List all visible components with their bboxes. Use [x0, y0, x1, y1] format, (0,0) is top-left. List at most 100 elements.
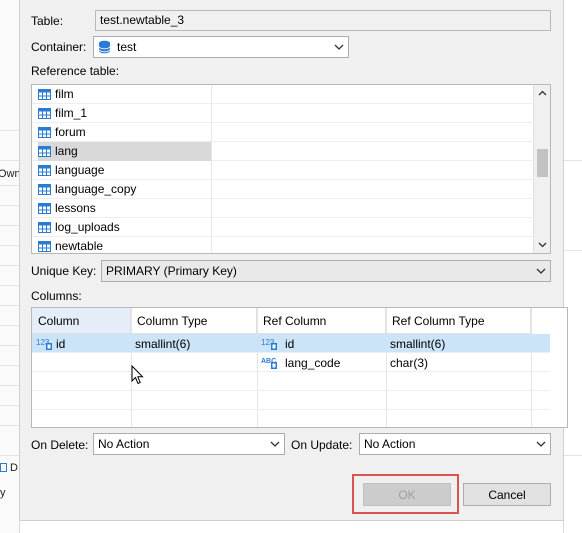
table-cell-column[interactable]: [32, 353, 36, 372]
table-cell-column-type[interactable]: smallint(6): [131, 334, 190, 353]
reference-list-scrollbar[interactable]: [533, 85, 550, 253]
table-cell-column[interactable]: 123 id: [32, 334, 65, 353]
column-header-ref-column[interactable]: Ref Column: [257, 308, 386, 334]
table-cell-ref-column-type[interactable]: char(3): [386, 353, 428, 372]
table-row[interactable]: [32, 372, 550, 391]
scroll-down-icon[interactable]: [534, 236, 550, 252]
reference-table-list[interactable]: film film_1forum lang language language_copy…: [31, 84, 551, 254]
reference-table-name: lang: [55, 144, 78, 158]
background-text: Own: [0, 168, 21, 180]
column-header-ref-column-type[interactable]: Ref Column Type: [386, 308, 531, 334]
column-header-column[interactable]: Column: [32, 308, 131, 334]
table-cell-text: char(3): [390, 355, 429, 370]
numeric-icon: 123: [261, 338, 277, 350]
background-text: y: [0, 487, 6, 499]
background-row: [0, 385, 20, 386]
table-icon: [38, 202, 51, 214]
reference-table-name: language: [55, 163, 105, 177]
unique-key-value: PRIMARY (Primary Key): [106, 264, 237, 278]
table-row[interactable]: 123 id smallint(6) 123 id smallint(6): [32, 334, 550, 353]
table-row[interactable]: ABC lang_code char(3): [32, 353, 550, 372]
container-value: test: [117, 40, 137, 54]
numeric-icon: 123: [36, 338, 52, 350]
unique-key-select[interactable]: PRIMARY (Primary Key): [101, 260, 551, 282]
table-cell-text: id: [285, 336, 295, 351]
reference-table-item[interactable]: film: [32, 85, 535, 104]
chevron-down-icon: [536, 441, 546, 447]
columns-label: Columns:: [31, 289, 82, 303]
background-row: [0, 130, 20, 131]
background-row: [564, 160, 582, 161]
reference-table-cell: language_copy: [38, 179, 212, 199]
reference-table-name: forum: [55, 125, 86, 139]
background-row: [0, 285, 20, 286]
table-icon: [38, 88, 51, 100]
background-row: [0, 205, 20, 206]
reference-table-name: film: [55, 87, 74, 101]
reference-table-item[interactable]: film_1: [32, 103, 535, 123]
reference-table-cell: forum: [38, 122, 212, 142]
background-app-panel: Own D y: [0, 0, 21, 533]
reference-table-item[interactable]: language: [32, 160, 535, 180]
reference-table-item[interactable]: language_copy: [32, 179, 535, 199]
chevron-down-icon: [270, 441, 280, 447]
table-icon: [38, 221, 51, 233]
columns-table[interactable]: Column Column Type Ref Column Ref Column…: [31, 307, 568, 428]
scroll-up-icon[interactable]: [534, 85, 550, 101]
background-right-panel: [563, 0, 582, 533]
on-update-value: No Action: [364, 437, 416, 451]
background-row: [0, 365, 20, 366]
reference-table-cell: lang: [38, 141, 212, 161]
table-cell-ref-column[interactable]: ABC lang_code: [257, 353, 340, 372]
table-cell-ref-column-type[interactable]: smallint(6): [386, 334, 445, 353]
reference-table-item[interactable]: lang: [32, 141, 535, 161]
column-header-column-type[interactable]: Column Type: [131, 308, 257, 334]
table-icon: [38, 240, 51, 252]
background-row: [0, 185, 20, 186]
table-row[interactable]: [32, 410, 550, 427]
table-cell-text: smallint(6): [135, 336, 191, 351]
reference-table-name: lessons: [55, 201, 96, 215]
reference-table-cell: film_1: [38, 103, 212, 123]
table-icon: [38, 145, 51, 157]
table-icon: [38, 164, 51, 176]
reference-table-item[interactable]: forum: [32, 122, 535, 142]
text-icon: ABC: [261, 358, 277, 369]
chevron-down-icon: [536, 268, 546, 274]
on-delete-value: No Action: [98, 437, 150, 451]
background-row: [0, 225, 20, 226]
background-row: [0, 160, 20, 161]
container-label: Container:: [31, 40, 87, 54]
table-cell-ref-column[interactable]: 123 id: [257, 334, 294, 353]
container-select[interactable]: test: [93, 36, 349, 58]
background-row: [0, 455, 20, 456]
reference-table-cell: film: [38, 85, 212, 104]
table-row[interactable]: [32, 391, 550, 410]
table-name-field: test.newtable_3: [95, 10, 551, 31]
reference-table-item[interactable]: newtable: [32, 236, 535, 253]
on-delete-select[interactable]: No Action: [93, 433, 285, 455]
cancel-button[interactable]: Cancel: [463, 483, 551, 506]
reference-table-name: film_1: [55, 106, 88, 120]
background-row: [0, 245, 20, 246]
on-delete-label: On Delete:: [31, 438, 89, 452]
reference-table-cell: log_uploads: [38, 217, 212, 237]
background-row: [0, 405, 20, 406]
reference-table-item[interactable]: log_uploads: [32, 217, 535, 237]
table-label: Table:: [31, 14, 64, 28]
reference-table-name: language_copy: [55, 182, 137, 196]
reference-table-name: log_uploads: [55, 220, 120, 234]
background-row: [0, 325, 20, 326]
reference-table-item[interactable]: lessons: [32, 198, 535, 218]
on-update-select[interactable]: No Action: [359, 433, 551, 455]
background-row: [0, 345, 20, 346]
reference-table-cell: language: [38, 160, 212, 180]
database-icon: [98, 40, 111, 54]
on-update-label: On Update:: [291, 438, 353, 452]
reference-table-cell: lessons: [38, 198, 212, 218]
table-cell-text: lang_code: [285, 355, 341, 370]
background-row: [0, 265, 20, 266]
scrollbar-thumb[interactable]: [537, 149, 548, 177]
ok-button[interactable]: OK: [363, 483, 451, 506]
table-cell-text: id: [56, 336, 66, 351]
